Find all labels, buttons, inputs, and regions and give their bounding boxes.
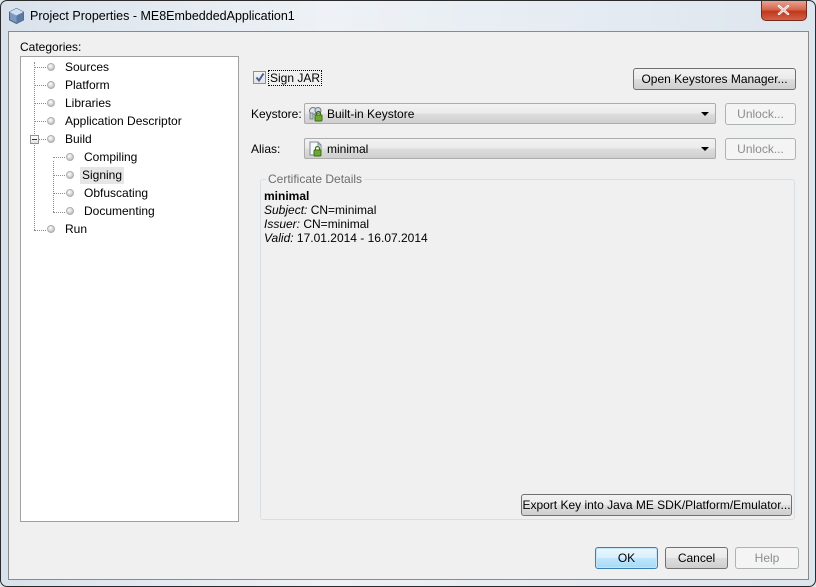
- title-bar[interactable]: Project Properties - ME8EmbeddedApplicat…: [1, 1, 815, 31]
- categories-tree[interactable]: Sources Platform Libraries Application D…: [20, 56, 239, 522]
- checkmark-icon: [255, 72, 265, 83]
- keystore-value: Built-in Keystore: [327, 107, 415, 121]
- unlock-alias-button[interactable]: Unlock...: [725, 138, 796, 160]
- tree-connector: [34, 103, 46, 104]
- keystore-label: Keystore:: [251, 107, 302, 121]
- close-button[interactable]: [761, 1, 807, 21]
- unlock-keystore-button[interactable]: Unlock...: [725, 103, 796, 125]
- issuer-value: CN=minimal: [300, 217, 370, 231]
- tree-connector: [53, 161, 54, 212]
- node-icon: [47, 117, 55, 125]
- node-icon: [66, 171, 74, 179]
- ok-button[interactable]: OK: [595, 547, 658, 569]
- cancel-button[interactable]: Cancel: [665, 547, 728, 569]
- node-icon: [47, 225, 55, 233]
- close-x-icon: [777, 5, 790, 15]
- node-icon: [47, 135, 55, 143]
- netbeans-cube-icon: [9, 8, 24, 24]
- help-button[interactable]: Help: [735, 547, 799, 569]
- certificate-issuer: Issuer: CN=minimal: [264, 217, 428, 231]
- certificate-details-group: Certificate Details minimal Subject: CN=…: [260, 172, 795, 520]
- certificate-details-title: Certificate Details: [266, 172, 365, 186]
- project-properties-dialog: Project Properties - ME8EmbeddedApplicat…: [0, 0, 816, 587]
- tree-item-label: Build: [65, 132, 92, 146]
- tree-connector: [53, 193, 65, 194]
- node-icon: [47, 63, 55, 71]
- key-certificate-icon: [309, 141, 322, 157]
- node-icon: [66, 153, 74, 161]
- tree-connector: [34, 67, 46, 68]
- tree-connector: [34, 230, 46, 231]
- node-icon: [47, 99, 55, 107]
- sign-jar-label[interactable]: Sign JAR: [268, 70, 323, 86]
- tree-connector: [34, 62, 35, 230]
- tree-connector: [34, 121, 46, 122]
- issuer-label: Issuer:: [264, 217, 301, 231]
- categories-label: Categories:: [20, 40, 82, 54]
- sign-jar-checkbox[interactable]: [253, 71, 266, 84]
- keystore-icon: [309, 107, 323, 122]
- dialog-content: Categories: Sources Platform Libraries A…: [8, 31, 809, 580]
- certificate-subject: Subject: CN=minimal: [264, 203, 428, 217]
- node-icon: [47, 81, 55, 89]
- tree-item-label: Sources: [65, 60, 110, 74]
- tree-item-label: Compiling: [84, 150, 138, 164]
- tree-item-label: Application Descriptor: [65, 114, 182, 128]
- tree-item-label: Signing: [80, 167, 125, 184]
- tree-item-label: Run: [65, 222, 88, 236]
- node-icon: [66, 207, 74, 215]
- alias-select[interactable]: minimal: [304, 138, 716, 159]
- tree-connector: [53, 157, 65, 158]
- keystore-select[interactable]: Built-in Keystore: [304, 103, 716, 124]
- export-key-button[interactable]: Export Key into Java ME SDK/Platform/Emu…: [521, 494, 792, 516]
- tree-item-label: Platform: [65, 78, 110, 92]
- certificate-info: minimal Subject: CN=minimal Issuer: CN=m…: [264, 189, 428, 245]
- valid-value: 17.01.2014 - 16.07.2014: [293, 231, 428, 245]
- tree-item-label: Obfuscating: [84, 186, 149, 200]
- tree-item-label: Documenting: [84, 204, 155, 218]
- tree-item-label: Libraries: [65, 96, 112, 110]
- subject-value: CN=minimal: [307, 203, 377, 217]
- tree-connector: [34, 85, 46, 86]
- valid-label: Valid:: [264, 231, 294, 245]
- certificate-validity: Valid: 17.01.2014 - 16.07.2014: [264, 231, 428, 245]
- collapse-build-toggle[interactable]: [30, 135, 39, 144]
- node-icon: [66, 189, 74, 197]
- certificate-name: minimal: [264, 189, 310, 203]
- dropdown-arrow-icon: [701, 112, 709, 116]
- alias-label: Alias:: [251, 142, 281, 156]
- tree-connector: [53, 212, 65, 213]
- window-title: Project Properties - ME8EmbeddedApplicat…: [30, 9, 295, 23]
- tree-connector: [53, 175, 65, 176]
- tree-connector: [39, 139, 46, 140]
- subject-label: Subject:: [264, 203, 308, 217]
- open-keystores-manager-button[interactable]: Open Keystores Manager...: [633, 68, 796, 90]
- alias-value: minimal: [327, 142, 369, 156]
- dropdown-arrow-icon: [701, 147, 709, 151]
